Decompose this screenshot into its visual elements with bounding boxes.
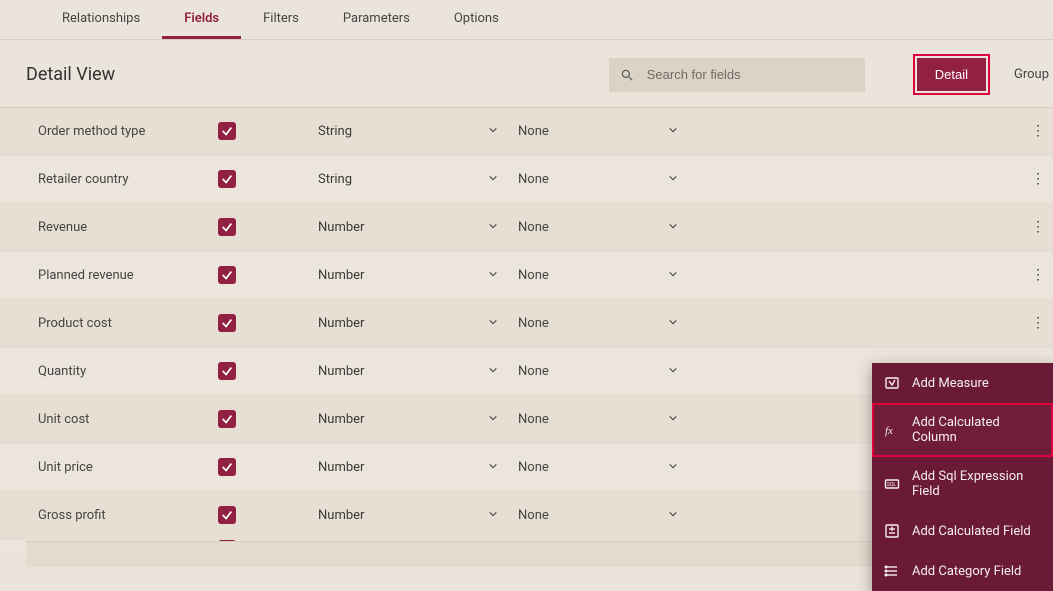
chevron-down-icon[interactable] — [468, 316, 518, 331]
field-second-select[interactable]: None — [518, 460, 648, 475]
chevron-down-icon[interactable] — [648, 124, 698, 139]
fx-icon: fx — [884, 422, 900, 438]
chevron-down-icon[interactable] — [648, 316, 698, 331]
ctx-label: Add Measure — [912, 376, 989, 391]
row-more-button[interactable]: ⋮ — [1023, 316, 1053, 331]
field-type-select[interactable]: String — [318, 124, 468, 139]
measure-icon — [884, 375, 900, 391]
chevron-down-icon[interactable] — [468, 364, 518, 379]
page-title: Detail View — [26, 64, 115, 85]
context-menu: Add Measure fx Add Calculated Column SQL Add… — [872, 363, 1053, 591]
chevron-down-icon[interactable] — [648, 508, 698, 523]
row-more-button[interactable]: ⋮ — [1023, 268, 1053, 283]
row-more-button[interactable]: ⋮ — [1023, 172, 1053, 187]
field-checkbox[interactable] — [218, 266, 236, 284]
chevron-down-icon[interactable] — [648, 220, 698, 235]
chevron-down-icon[interactable] — [468, 508, 518, 523]
field-checkbox[interactable] — [218, 218, 236, 236]
field-row: Revenue Number None ⋮ — [0, 204, 1053, 252]
sql-icon: SQL — [884, 476, 900, 492]
field-checkbox[interactable] — [218, 506, 236, 524]
field-second-select[interactable]: None — [518, 316, 648, 331]
tab-filters[interactable]: Filters — [241, 0, 321, 39]
tab-options[interactable]: Options — [432, 0, 521, 39]
field-type-select[interactable]: Number — [318, 220, 468, 235]
svg-text:SQL: SQL — [887, 482, 896, 488]
chevron-down-icon[interactable] — [648, 364, 698, 379]
field-checkbox[interactable] — [218, 410, 236, 428]
field-type-select[interactable]: Number — [318, 412, 468, 427]
ctx-category[interactable]: Add Category Field — [872, 551, 1053, 591]
field-checkbox[interactable] — [218, 458, 236, 476]
field-name: Gross profit — [38, 508, 218, 523]
row-more-button[interactable]: ⋮ — [1023, 220, 1053, 235]
search-field[interactable] — [609, 58, 865, 92]
field-row: Product cost Number None ⋮ — [0, 300, 1053, 348]
tab-fields[interactable]: Fields — [162, 0, 241, 39]
field-name: Planned revenue — [38, 268, 218, 283]
highlight-detail: Detail — [913, 54, 990, 95]
search-input[interactable] — [609, 58, 865, 92]
field-type-select[interactable]: Number — [318, 364, 468, 379]
field-second-select[interactable]: None — [518, 364, 648, 379]
svg-text:fx: fx — [885, 425, 893, 437]
field-second-select[interactable]: None — [518, 508, 648, 523]
calcfield-icon — [884, 523, 900, 539]
detail-button[interactable]: Detail — [917, 58, 986, 91]
field-second-select[interactable]: None — [518, 412, 648, 427]
chevron-down-icon[interactable] — [648, 460, 698, 475]
field-name: Order method type — [38, 124, 218, 139]
field-second-select[interactable]: None — [518, 268, 648, 283]
row-more-button[interactable]: ⋮ — [1023, 124, 1053, 139]
field-row: Retailer country String None ⋮ — [0, 156, 1053, 204]
field-type-select[interactable]: Number — [318, 460, 468, 475]
chevron-down-icon[interactable] — [468, 268, 518, 283]
field-name: Product cost — [38, 316, 218, 331]
field-checkbox[interactable] — [218, 314, 236, 332]
tabs: RelationshipsFieldsFiltersParametersOpti… — [0, 0, 1053, 40]
field-name: Unit price — [38, 460, 218, 475]
chevron-down-icon[interactable] — [648, 412, 698, 427]
chevron-down-icon[interactable] — [468, 124, 518, 139]
search-icon — [620, 68, 634, 82]
chevron-down-icon[interactable] — [468, 220, 518, 235]
chevron-down-icon[interactable] — [468, 460, 518, 475]
field-row: Order method type String None ⋮ — [0, 108, 1053, 156]
chevron-down-icon[interactable] — [468, 172, 518, 187]
chevron-down-icon[interactable] — [648, 268, 698, 283]
ctx-measure[interactable]: Add Measure — [872, 363, 1053, 403]
field-checkbox[interactable] — [218, 362, 236, 380]
ctx-label: Add Calculated Column — [912, 415, 1041, 445]
chevron-down-icon[interactable] — [648, 172, 698, 187]
ctx-label: Add Category Field — [912, 564, 1021, 579]
group-button[interactable]: Group — [1014, 67, 1053, 82]
field-type-select[interactable]: Number — [318, 508, 468, 523]
field-checkbox[interactable] — [218, 122, 236, 140]
field-name: Retailer country — [38, 172, 218, 187]
field-second-select[interactable]: None — [518, 220, 648, 235]
chevron-down-icon[interactable] — [468, 412, 518, 427]
field-name: Quantity — [38, 364, 218, 379]
tab-parameters[interactable]: Parameters — [321, 0, 432, 39]
tab-relationships[interactable]: Relationships — [40, 0, 162, 39]
ctx-label: Add Calculated Field — [912, 524, 1031, 539]
ctx-calcfield[interactable]: Add Calculated Field — [872, 511, 1053, 551]
field-second-select[interactable]: None — [518, 124, 648, 139]
ctx-label: Add Sql Expression Field — [912, 469, 1041, 499]
category-icon — [884, 563, 900, 579]
field-name: Revenue — [38, 220, 218, 235]
field-type-select[interactable]: Number — [318, 316, 468, 331]
ctx-sql[interactable]: SQL Add Sql Expression Field — [872, 457, 1053, 511]
field-row: Planned revenue Number None ⋮ — [0, 252, 1053, 300]
field-second-select[interactable]: None — [518, 172, 648, 187]
header: Detail View Detail Group — [0, 40, 1053, 107]
field-type-select[interactable]: String — [318, 172, 468, 187]
field-name: Unit cost — [38, 412, 218, 427]
field-type-select[interactable]: Number — [318, 268, 468, 283]
field-checkbox[interactable] — [218, 170, 236, 188]
ctx-fx[interactable]: fx Add Calculated Column — [872, 403, 1053, 457]
